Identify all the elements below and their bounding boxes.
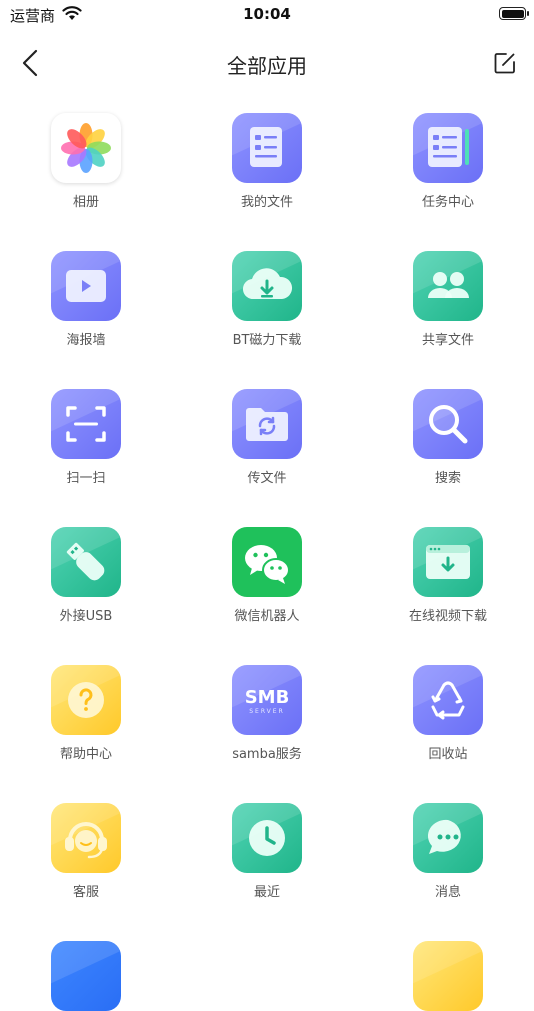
- usb-icon: [51, 527, 121, 597]
- document-icon: [232, 113, 302, 183]
- wechat-icon: [232, 527, 302, 597]
- browser-download-icon: [413, 527, 483, 597]
- app-label: 相册: [72, 195, 99, 210]
- app-label: 回收站: [428, 747, 468, 762]
- app-scan[interactable]: 扫一扫: [16, 389, 156, 486]
- app-samba-service[interactable]: SMB SERVER samba服务: [197, 665, 337, 762]
- app-label: 搜索: [434, 471, 461, 486]
- app-external-usb[interactable]: 外接USB: [16, 527, 156, 624]
- app-label: 外接USB: [59, 609, 113, 624]
- app-label: 任务中心: [421, 195, 474, 210]
- app-partial[interactable]: [16, 941, 156, 1011]
- smb-badge-text: SMB: [245, 687, 290, 708]
- help-icon: [51, 665, 121, 735]
- app-messages[interactable]: 消息: [378, 803, 518, 900]
- app-label: 扫一扫: [66, 471, 106, 486]
- recycle-icon: [413, 665, 483, 735]
- headset-icon: [51, 803, 121, 873]
- task-list-icon: [413, 113, 483, 183]
- message-icon: [413, 803, 483, 873]
- app-transfer-files[interactable]: 传文件: [197, 389, 337, 486]
- app-label: 消息: [434, 885, 461, 900]
- app-recycle-bin[interactable]: 回收站: [378, 665, 518, 762]
- app-photos[interactable]: 相册: [16, 113, 156, 210]
- clock-icon: [232, 803, 302, 873]
- cloud-download-icon: [232, 251, 302, 321]
- app-shared-files[interactable]: 共享文件: [378, 251, 518, 348]
- status-bar: 运营商 10:04: [0, 0, 534, 30]
- photos-icon: [51, 113, 121, 183]
- app-label: 共享文件: [421, 333, 474, 348]
- app-icon-partial: [413, 941, 483, 1011]
- app-help-center[interactable]: 帮助中心: [16, 665, 156, 762]
- app-label: 客服: [72, 885, 99, 900]
- smb-icon: SMB SERVER: [232, 665, 302, 735]
- folder-sync-icon: [232, 389, 302, 459]
- app-recent[interactable]: 最近: [197, 803, 337, 900]
- app-wechat-robot[interactable]: 微信机器人: [197, 527, 337, 624]
- edit-button[interactable]: [492, 50, 518, 76]
- app-poster-wall[interactable]: 海报墙: [16, 251, 156, 348]
- app-label: 最近: [253, 885, 280, 900]
- app-partial[interactable]: [378, 941, 518, 1011]
- app-label: 微信机器人: [234, 609, 300, 624]
- app-label: 我的文件: [240, 195, 293, 210]
- app-label: 在线视频下载: [408, 609, 487, 624]
- battery-icon: [499, 7, 529, 20]
- app-task-center[interactable]: 任务中心: [378, 113, 518, 210]
- smb-sub-text: SERVER: [249, 708, 285, 715]
- app-online-video-download[interactable]: 在线视频下载: [378, 527, 518, 624]
- app-label: 传文件: [247, 471, 287, 486]
- app-search[interactable]: 搜索: [378, 389, 518, 486]
- search-icon: [413, 389, 483, 459]
- video-poster-icon: [51, 251, 121, 321]
- app-customer-service[interactable]: 客服: [16, 803, 156, 900]
- app-my-files[interactable]: 我的文件: [197, 113, 337, 210]
- people-icon: [413, 251, 483, 321]
- app-label: BT磁力下载: [232, 333, 302, 348]
- app-bt-download[interactable]: BT磁力下载: [197, 251, 337, 348]
- app-icon-partial: [51, 941, 121, 1011]
- app-label: 海报墙: [66, 333, 106, 348]
- scan-icon: [51, 389, 121, 459]
- page-title: 全部应用: [227, 54, 307, 78]
- nav-bar: 全部应用: [0, 40, 534, 86]
- app-label: samba服务: [232, 747, 302, 762]
- app-label: 帮助中心: [59, 747, 112, 762]
- status-time: 10:04: [243, 5, 291, 23]
